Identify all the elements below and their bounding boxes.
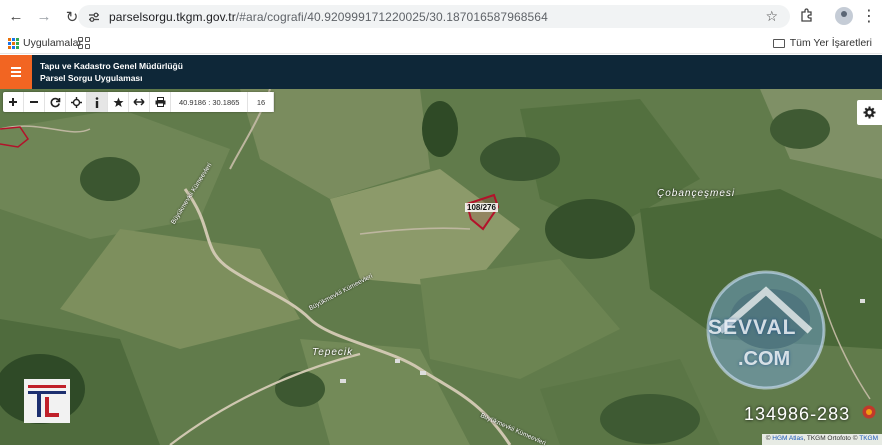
browser-toolbar: ← → ↻ parselsorgu.tkgm.gov.tr/#ara/cogra… bbox=[0, 0, 882, 33]
coordinates-display: 40.9186 : 30.1865 bbox=[171, 92, 249, 112]
satellite-imagery bbox=[0, 89, 882, 445]
folder-icon bbox=[772, 38, 785, 48]
refresh-icon bbox=[50, 97, 60, 107]
plus-icon bbox=[9, 98, 17, 106]
settings-button[interactable] bbox=[857, 100, 882, 125]
browser-menu-icon[interactable]: ⋮ bbox=[861, 6, 877, 26]
attribution-tkgm-link[interactable]: TKGM bbox=[859, 435, 878, 442]
site-info-icon[interactable] bbox=[83, 6, 105, 28]
info-icon bbox=[95, 96, 99, 108]
app-header: Tapu ve Kadastro Genel Müdürlüğü Parsel … bbox=[0, 55, 882, 89]
tab-groups-icon[interactable] bbox=[78, 37, 90, 49]
address-bar[interactable]: parselsorgu.tkgm.gov.tr/#ara/cografi/40.… bbox=[78, 5, 790, 28]
all-bookmarks-label: Tüm Yer İşaretleri bbox=[789, 37, 872, 49]
all-bookmarks-button[interactable]: Tüm Yer İşaretleri bbox=[772, 37, 872, 49]
apps-grid-icon bbox=[8, 37, 19, 49]
forward-icon[interactable]: → bbox=[32, 5, 56, 29]
measure-arrows-icon bbox=[133, 98, 145, 106]
zoom-in-button[interactable] bbox=[3, 92, 24, 112]
parcel-number-label: 108/276 bbox=[465, 203, 498, 212]
place-label-tepecik: Tepecik bbox=[312, 347, 354, 358]
watermark-text: SEVVAL bbox=[708, 316, 797, 339]
menu-hamburger-icon[interactable] bbox=[0, 55, 32, 89]
app-title-line1: Tapu ve Kadastro Genel Müdürlüğü bbox=[40, 61, 183, 71]
zoom-out-button[interactable] bbox=[24, 92, 45, 112]
attribution-hgm-link[interactable]: HGM Atlas bbox=[772, 435, 803, 442]
watermark-text-2: .COM bbox=[738, 348, 791, 370]
listing-badge-icon bbox=[862, 405, 876, 419]
minus-icon bbox=[30, 101, 38, 103]
app-title-line2: Parsel Sorgu Uygulaması bbox=[40, 73, 143, 83]
apps-label: Uygulamalar bbox=[23, 37, 82, 49]
url-text: parselsorgu.tkgm.gov.tr/#ara/cografi/40.… bbox=[109, 9, 548, 24]
extensions-icon[interactable] bbox=[799, 7, 817, 25]
map-view[interactable] bbox=[0, 89, 882, 445]
corner-logo-icon: TL bbox=[24, 379, 70, 423]
listing-number: 134986-283 bbox=[744, 404, 851, 424]
refresh-button[interactable] bbox=[45, 92, 66, 112]
bookmarks-bar: Uygulamalar Tüm Yer İşaretleri bbox=[0, 33, 882, 54]
profile-avatar[interactable] bbox=[835, 7, 853, 25]
zoom-level-display: 16 bbox=[248, 92, 275, 112]
app-title: Tapu ve Kadastro Genel Müdürlüğü Parsel … bbox=[40, 60, 183, 84]
info-button[interactable] bbox=[87, 92, 108, 112]
bookmark-apps[interactable]: Uygulamalar bbox=[8, 37, 82, 49]
print-icon bbox=[155, 97, 165, 107]
star-icon bbox=[113, 97, 123, 107]
gear-icon bbox=[863, 106, 876, 119]
map-toolbar: 40.9186 : 30.1865 16 bbox=[3, 92, 275, 112]
crosshair-icon bbox=[70, 96, 82, 108]
measure-button[interactable] bbox=[129, 92, 150, 112]
back-icon[interactable]: ← bbox=[4, 5, 28, 29]
locate-button[interactable] bbox=[66, 92, 87, 112]
place-label-cobancesmesi: Çobançeşmesi bbox=[657, 188, 736, 199]
map-attribution: © HGM Atlas, TKGM Ortofoto © TKGM bbox=[761, 434, 882, 445]
print-button[interactable] bbox=[150, 92, 171, 112]
bookmark-star-icon[interactable]: ☆ bbox=[765, 8, 778, 25]
favorite-button[interactable] bbox=[108, 92, 129, 112]
